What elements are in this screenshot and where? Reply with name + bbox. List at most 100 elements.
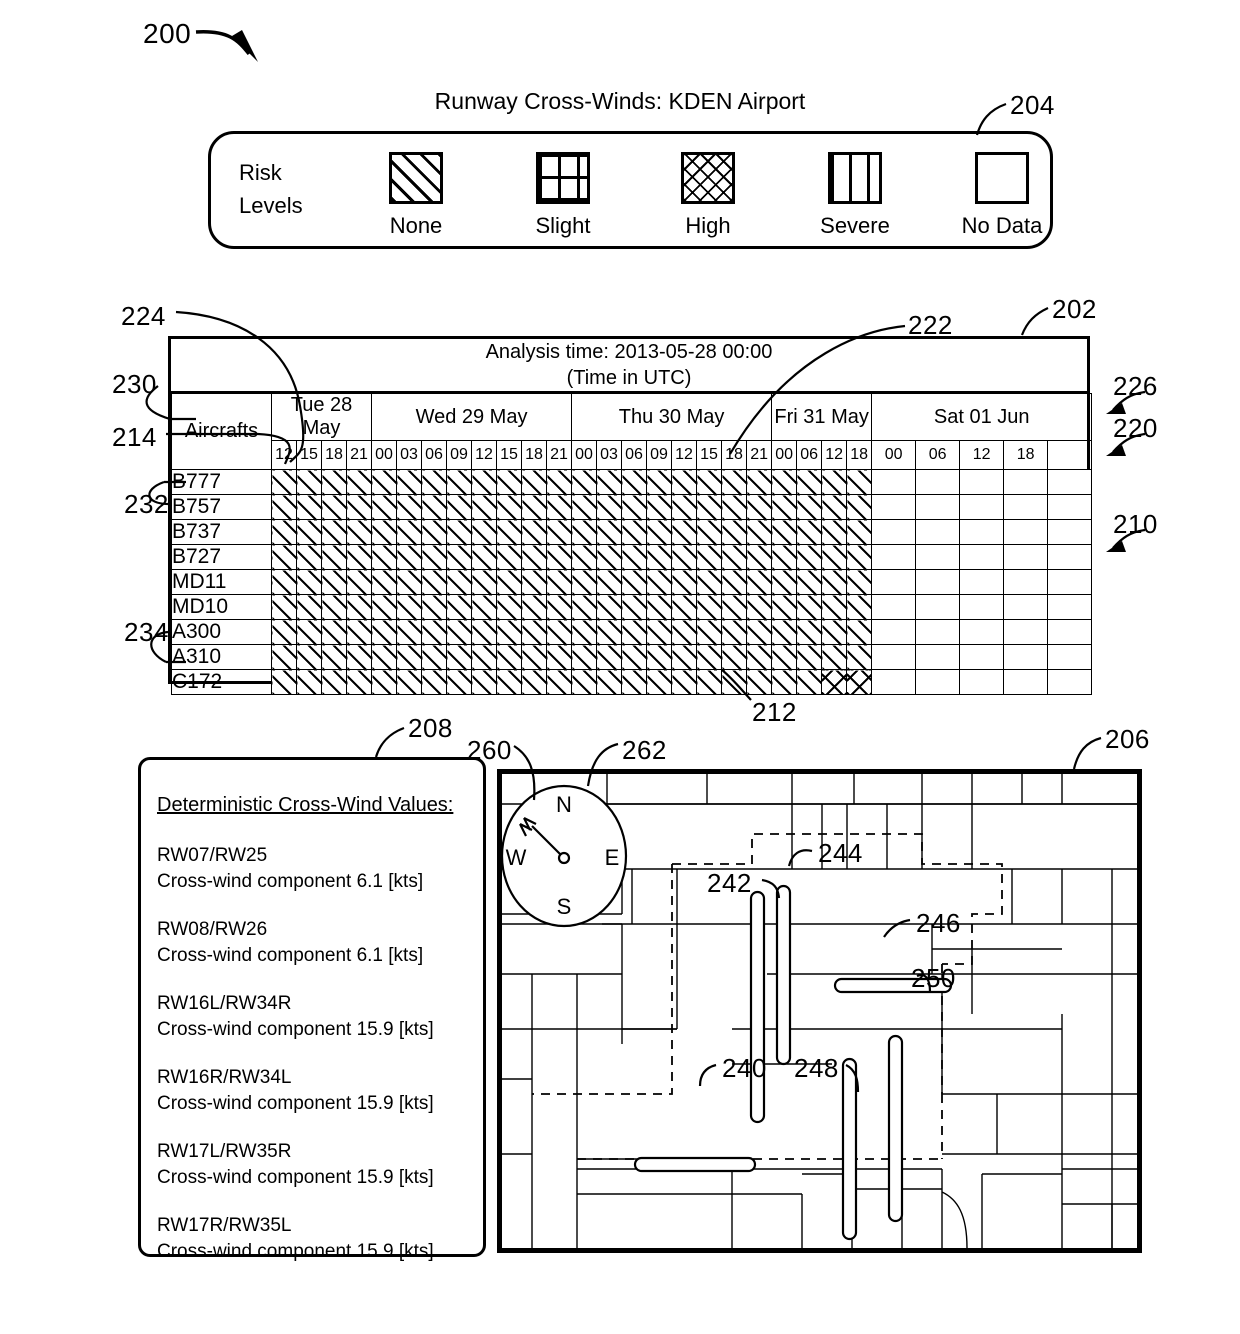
risk-cell-b777-15[interactable]	[646, 469, 673, 495]
risk-cell-b757-24[interactable]	[871, 494, 917, 520]
risk-cell-b727-20[interactable]	[771, 544, 798, 570]
risk-cell-b737-1[interactable]	[296, 519, 322, 545]
risk-cell-b757-22[interactable]	[821, 494, 848, 520]
risk-cell-a310-21[interactable]	[796, 644, 823, 670]
risk-cell-md11-27[interactable]	[1003, 569, 1049, 595]
risk-cell-b727-11[interactable]	[545, 544, 573, 570]
risk-cell-b757-13[interactable]	[596, 494, 623, 520]
risk-cell-b757-28[interactable]	[1047, 494, 1093, 520]
risk-cell-md10-18[interactable]	[721, 594, 748, 620]
risk-cell-md11-15[interactable]	[646, 569, 673, 595]
risk-cell-md10-21[interactable]	[796, 594, 823, 620]
risk-cell-a300-10[interactable]	[521, 619, 547, 645]
risk-cell-a310-7[interactable]	[446, 644, 472, 670]
risk-cell-md11-7[interactable]	[446, 569, 472, 595]
risk-cell-b737-0[interactable]	[271, 519, 297, 545]
risk-cell-md11-21[interactable]	[796, 569, 823, 595]
risk-cell-a300-3[interactable]	[346, 619, 372, 645]
risk-cell-a310-11[interactable]	[545, 644, 573, 670]
risk-cell-a300-27[interactable]	[1003, 619, 1049, 645]
risk-cell-b757-2[interactable]	[321, 494, 347, 520]
risk-cell-a300-23[interactable]	[846, 619, 873, 645]
risk-cell-b757-14[interactable]	[621, 494, 648, 520]
risk-cell-c172-16[interactable]	[671, 669, 698, 695]
risk-cell-c172-4[interactable]	[371, 669, 397, 695]
risk-cell-c172-13[interactable]	[596, 669, 623, 695]
risk-cell-b757-10[interactable]	[521, 494, 547, 520]
risk-cell-b727-26[interactable]	[959, 544, 1005, 570]
risk-cell-b727-25[interactable]	[915, 544, 961, 570]
risk-cell-b757-9[interactable]	[496, 494, 522, 520]
risk-cell-b727-15[interactable]	[646, 544, 673, 570]
risk-cell-b727-22[interactable]	[821, 544, 848, 570]
risk-cell-md11-23[interactable]	[846, 569, 873, 595]
risk-cell-b777-23[interactable]	[846, 469, 873, 495]
risk-cell-a310-14[interactable]	[621, 644, 648, 670]
risk-cell-b727-14[interactable]	[621, 544, 648, 570]
risk-cell-a300-22[interactable]	[821, 619, 848, 645]
risk-cell-b757-1[interactable]	[296, 494, 322, 520]
legend-item-slight[interactable]: Slight	[503, 152, 623, 239]
risk-cell-b777-20[interactable]	[771, 469, 798, 495]
risk-cell-md10-25[interactable]	[915, 594, 961, 620]
risk-cell-c172-25[interactable]	[915, 669, 961, 695]
risk-cell-md10-16[interactable]	[671, 594, 698, 620]
risk-cell-b727-27[interactable]	[1003, 544, 1049, 570]
risk-cell-md11-10[interactable]	[521, 569, 547, 595]
risk-cell-a310-27[interactable]	[1003, 644, 1049, 670]
risk-cell-md11-22[interactable]	[821, 569, 848, 595]
risk-cell-a310-25[interactable]	[915, 644, 961, 670]
risk-cell-a310-16[interactable]	[671, 644, 698, 670]
risk-cell-c172-12[interactable]	[571, 669, 598, 695]
risk-cell-md11-2[interactable]	[321, 569, 347, 595]
risk-cell-b727-24[interactable]	[871, 544, 917, 570]
risk-cell-b737-26[interactable]	[959, 519, 1005, 545]
risk-cell-b737-25[interactable]	[915, 519, 961, 545]
risk-cell-md10-0[interactable]	[271, 594, 297, 620]
risk-cell-md11-17[interactable]	[696, 569, 723, 595]
risk-cell-a310-17[interactable]	[696, 644, 723, 670]
risk-cell-a310-28[interactable]	[1047, 644, 1093, 670]
risk-cell-md11-0[interactable]	[271, 569, 297, 595]
risk-cell-b777-26[interactable]	[959, 469, 1005, 495]
risk-cell-b727-1[interactable]	[296, 544, 322, 570]
risk-cell-b727-9[interactable]	[496, 544, 522, 570]
risk-cell-b727-21[interactable]	[796, 544, 823, 570]
risk-cell-b737-18[interactable]	[721, 519, 748, 545]
risk-cell-c172-1[interactable]	[296, 669, 322, 695]
risk-cell-a310-24[interactable]	[871, 644, 917, 670]
risk-cell-b727-23[interactable]	[846, 544, 873, 570]
risk-cell-b737-3[interactable]	[346, 519, 372, 545]
risk-cell-b777-27[interactable]	[1003, 469, 1049, 495]
risk-cell-b757-25[interactable]	[915, 494, 961, 520]
risk-cell-c172-15[interactable]	[646, 669, 673, 695]
risk-cell-c172-18[interactable]	[721, 669, 748, 695]
risk-cell-b777-18[interactable]	[721, 469, 748, 495]
risk-cell-a300-21[interactable]	[796, 619, 823, 645]
risk-cell-b737-11[interactable]	[545, 519, 573, 545]
risk-cell-b777-1[interactable]	[296, 469, 322, 495]
risk-cell-c172-14[interactable]	[621, 669, 648, 695]
risk-cell-b727-17[interactable]	[696, 544, 723, 570]
risk-cell-a310-4[interactable]	[371, 644, 397, 670]
risk-cell-md11-6[interactable]	[421, 569, 447, 595]
risk-cell-md11-13[interactable]	[596, 569, 623, 595]
risk-cell-b727-3[interactable]	[346, 544, 372, 570]
risk-cell-b757-8[interactable]	[471, 494, 497, 520]
risk-cell-c172-0[interactable]	[271, 669, 297, 695]
risk-cell-c172-7[interactable]	[446, 669, 472, 695]
risk-cell-b737-14[interactable]	[621, 519, 648, 545]
risk-cell-a310-15[interactable]	[646, 644, 673, 670]
risk-cell-a310-23[interactable]	[846, 644, 873, 670]
risk-cell-a300-25[interactable]	[915, 619, 961, 645]
risk-cell-a310-20[interactable]	[771, 644, 798, 670]
risk-cell-a300-26[interactable]	[959, 619, 1005, 645]
risk-cell-md10-12[interactable]	[571, 594, 598, 620]
risk-cell-a300-13[interactable]	[596, 619, 623, 645]
risk-cell-b737-6[interactable]	[421, 519, 447, 545]
risk-cell-md10-3[interactable]	[346, 594, 372, 620]
risk-cell-c172-26[interactable]	[959, 669, 1005, 695]
risk-cell-a310-8[interactable]	[471, 644, 497, 670]
risk-cell-c172-27[interactable]	[1003, 669, 1049, 695]
risk-cell-b727-28[interactable]	[1047, 544, 1093, 570]
